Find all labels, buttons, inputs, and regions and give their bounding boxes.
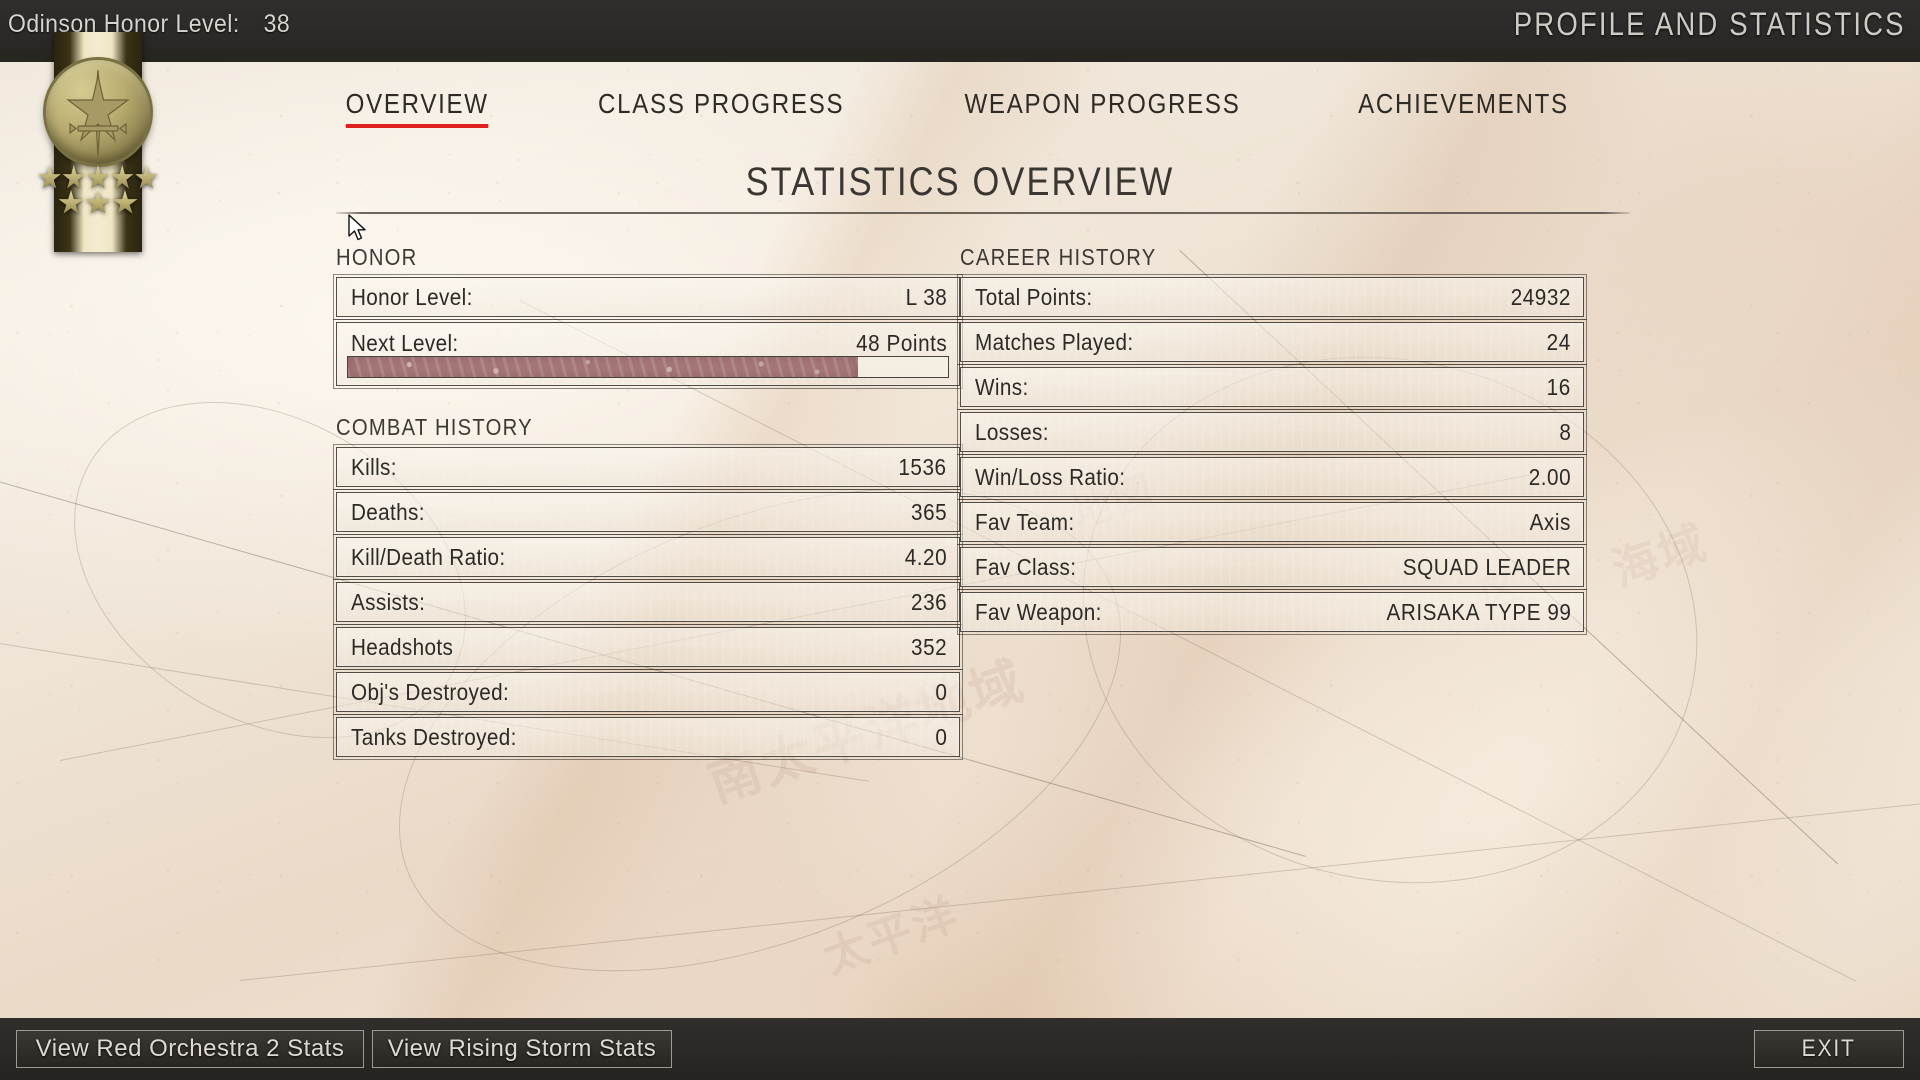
honor-medal-icon bbox=[38, 32, 158, 252]
combat-history-list: Kills: 1536 Deaths: 365 Kill/Death Ratio: 4.2… bbox=[333, 444, 963, 760]
next-level-progress-bar bbox=[347, 356, 949, 378]
career-history-row: Total Points: 24932 bbox=[957, 274, 1587, 320]
combat-history-section-label: COMBAT HISTORY bbox=[336, 414, 533, 440]
exit-label: EXIT bbox=[1802, 1035, 1856, 1062]
stat-row-next-level: Next Level: 48 Points bbox=[333, 319, 963, 389]
stat-value: 1536 bbox=[898, 453, 947, 480]
stat-value: 236 bbox=[910, 588, 947, 615]
tab-weapon-progress-label: WEAPON PROGRESS bbox=[964, 88, 1241, 119]
view-rising-storm-stats-button[interactable]: View Rising Storm Stats bbox=[372, 1030, 672, 1068]
medal-star-icon bbox=[111, 165, 134, 189]
stat-key: Kill/Death Ratio: bbox=[351, 543, 506, 570]
stat-key: Kills: bbox=[351, 453, 397, 480]
combat-history-row: Headshots 352 bbox=[333, 624, 963, 670]
medal-disc bbox=[46, 60, 150, 164]
stat-key: Win/Loss Ratio: bbox=[975, 463, 1126, 490]
sword-star-emblem-icon bbox=[66, 69, 130, 157]
stat-key: Matches Played: bbox=[975, 328, 1134, 355]
career-history-row: Fav Weapon: ARISAKA TYPE 99 bbox=[957, 589, 1587, 635]
stat-key: Fav Class: bbox=[975, 553, 1077, 580]
career-history-row: Matches Played: 24 bbox=[957, 319, 1587, 365]
stat-value: 8 bbox=[1558, 418, 1571, 445]
stat-key: Tanks Destroyed: bbox=[351, 723, 517, 750]
career-history-row: Win/Loss Ratio: 2.00 bbox=[957, 454, 1587, 500]
tab-achievements[interactable]: ACHIEVEMENTS bbox=[1359, 88, 1570, 130]
exit-button[interactable]: EXIT bbox=[1754, 1030, 1904, 1068]
bottom-action-bar: View Red Orchestra 2 Stats View Rising S… bbox=[0, 1018, 1920, 1080]
page-title: STATISTICS OVERVIEW bbox=[745, 160, 1175, 204]
medal-stars-row-top bbox=[38, 165, 158, 191]
stat-value: 4.20 bbox=[904, 543, 947, 570]
stat-value: 0 bbox=[934, 723, 947, 750]
stat-row-honor-level: Honor Level: L 38 bbox=[333, 274, 963, 320]
career-history-section-label: CAREER HISTORY bbox=[960, 244, 1157, 270]
career-history-row: Fav Class: SQUAD LEADER bbox=[957, 544, 1587, 590]
stat-key: Wins: bbox=[975, 373, 1029, 400]
stat-key: Next Level: bbox=[351, 330, 459, 356]
stat-value: 48 Points bbox=[855, 330, 947, 356]
stat-key: Headshots bbox=[351, 633, 454, 660]
next-level-progress-fill bbox=[348, 357, 858, 377]
right-stats-column: CAREER HISTORY Total Points: 24932 Matches… bbox=[957, 244, 1587, 637]
medal-star-icon bbox=[62, 165, 85, 189]
title-divider bbox=[336, 212, 1630, 214]
stat-value: L 38 bbox=[905, 283, 947, 310]
left-stats-column: HONOR Honor Level: L 38 Next Level: 48 P… bbox=[333, 244, 963, 762]
tab-class-progress[interactable]: CLASS PROGRESS bbox=[598, 88, 844, 130]
stat-key: Deaths: bbox=[351, 498, 425, 525]
medal-star-icon bbox=[58, 190, 84, 214]
stat-value: SQUAD LEADER bbox=[1402, 553, 1571, 580]
combat-history-row: Kills: 1536 bbox=[333, 444, 963, 490]
stat-value: 352 bbox=[910, 633, 947, 660]
tab-class-progress-label: CLASS PROGRESS bbox=[598, 88, 845, 119]
view-red-orchestra-2-stats-label: View Red Orchestra 2 Stats bbox=[35, 1035, 345, 1062]
stat-value: ARISAKA TYPE 99 bbox=[1386, 598, 1571, 625]
medal-star-icon bbox=[135, 165, 158, 189]
medal-star-icon bbox=[112, 190, 138, 214]
stat-value: Axis bbox=[1529, 508, 1571, 535]
career-history-row: Fav Team: Axis bbox=[957, 499, 1587, 545]
honor-section-label: HONOR bbox=[336, 244, 418, 270]
active-tab-underline bbox=[345, 124, 489, 128]
medal-stars-row-bottom bbox=[38, 190, 158, 216]
combat-history-row: Tanks Destroyed: 0 bbox=[333, 714, 963, 760]
career-history-list: Total Points: 24932 Matches Played: 24 Wins:… bbox=[957, 274, 1587, 635]
medal-star-icon bbox=[85, 190, 111, 214]
stat-value: 0 bbox=[934, 678, 947, 705]
combat-history-row: Assists: 236 bbox=[333, 579, 963, 625]
stat-value: 2.00 bbox=[1528, 463, 1571, 490]
stat-key: Fav Team: bbox=[975, 508, 1075, 535]
stat-key: Fav Weapon: bbox=[975, 598, 1102, 625]
stat-key: Losses: bbox=[975, 418, 1049, 445]
main-tab-bar: OVERVIEW CLASS PROGRESS WEAPON PROGRESS … bbox=[0, 88, 1920, 130]
player-honor-value: 38 bbox=[263, 10, 291, 38]
career-history-row: Wins: 16 bbox=[957, 364, 1587, 410]
stat-value: 24932 bbox=[1510, 283, 1571, 310]
view-rising-storm-stats-label: View Rising Storm Stats bbox=[387, 1035, 657, 1062]
stat-key: Obj's Destroyed: bbox=[351, 678, 510, 705]
tab-achievements-label: ACHIEVEMENTS bbox=[1358, 88, 1570, 119]
combat-history-row: Obj's Destroyed: 0 bbox=[333, 669, 963, 715]
tab-overview[interactable]: OVERVIEW bbox=[345, 88, 489, 130]
stat-value: 16 bbox=[1546, 373, 1571, 400]
tab-overview-label: OVERVIEW bbox=[345, 88, 489, 119]
stat-value: 24 bbox=[1546, 328, 1571, 355]
combat-history-row: Kill/Death Ratio: 4.20 bbox=[333, 534, 963, 580]
tab-weapon-progress[interactable]: WEAPON PROGRESS bbox=[965, 88, 1241, 130]
view-red-orchestra-2-stats-button[interactable]: View Red Orchestra 2 Stats bbox=[16, 1030, 364, 1068]
medal-star-icon bbox=[86, 165, 110, 189]
stat-key: Honor Level: bbox=[351, 283, 473, 310]
screen-title: PROFILE AND STATISTICS bbox=[1514, 6, 1906, 42]
combat-history-row: Deaths: 365 bbox=[333, 489, 963, 535]
top-status-bar: Odinson Honor Level: 38 PROFILE AND STAT… bbox=[0, 0, 1920, 62]
stat-key: Assists: bbox=[351, 588, 426, 615]
career-history-row: Losses: 8 bbox=[957, 409, 1587, 455]
stat-value: 365 bbox=[910, 498, 947, 525]
medal-star-icon bbox=[38, 165, 61, 189]
stat-key: Total Points: bbox=[975, 283, 1093, 310]
